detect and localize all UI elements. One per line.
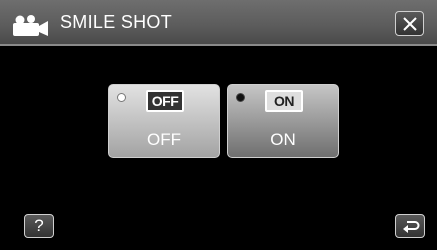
- option-on-button[interactable]: ON ON: [227, 84, 339, 158]
- close-icon: [403, 17, 417, 31]
- radio-indicator-on: [236, 93, 245, 102]
- title-bar: SMILE SHOT: [0, 0, 437, 44]
- option-off-label: OFF: [147, 130, 181, 149]
- off-badge-icon: OFF: [146, 90, 184, 112]
- page-title: SMILE SHOT: [60, 12, 173, 32]
- option-off-button[interactable]: OFF OFF: [108, 84, 220, 158]
- back-button[interactable]: [395, 214, 425, 238]
- option-on-label: ON: [270, 130, 296, 149]
- on-badge-icon: ON: [265, 90, 303, 112]
- movie-camera-icon: [11, 15, 53, 37]
- title-divider: [0, 44, 437, 46]
- help-button[interactable]: ?: [24, 214, 54, 238]
- close-button[interactable]: [395, 11, 424, 36]
- radio-indicator-off: [117, 93, 126, 102]
- return-icon: [403, 221, 420, 233]
